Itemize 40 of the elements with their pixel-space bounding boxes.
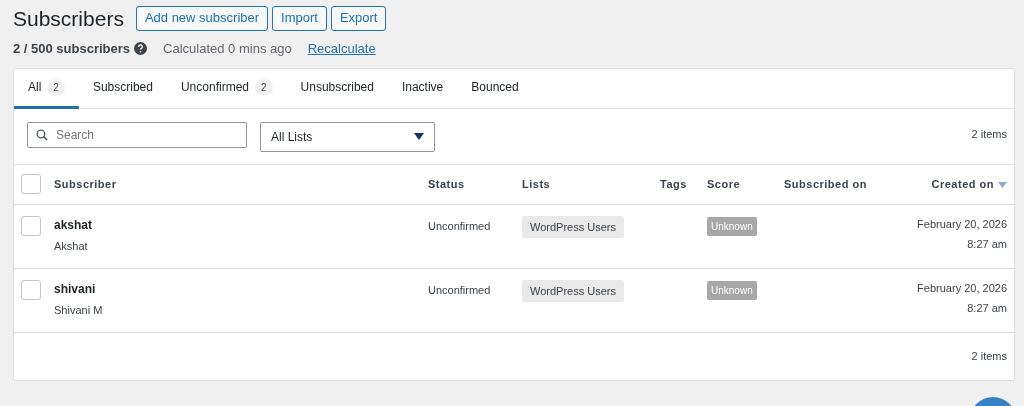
- header-button[interactable]: Export: [330, 6, 387, 32]
- recalculate-link[interactable]: Recalculate: [307, 39, 376, 59]
- created-date: February 20, 2026: [916, 280, 1007, 296]
- subscriber-count: 2 / 500 subscribers: [13, 40, 131, 59]
- score-label: Unknown: [707, 216, 757, 236]
- filter-tab[interactable]: Subscribed: [78, 68, 167, 109]
- subscriber-name: Shivani M: [54, 302, 104, 318]
- subscriber-username[interactable]: akshat: [54, 215, 428, 234]
- calculated-time: Calculated 0 mins ago: [163, 40, 292, 59]
- column-header[interactable]: Lists: [522, 178, 551, 191]
- column-header[interactable]: Tags: [660, 178, 687, 191]
- tab-count: 2: [47, 78, 65, 96]
- header-button[interactable]: Add new subscriber: [135, 6, 269, 32]
- header-button[interactable]: Import: [272, 6, 327, 32]
- created-time: 8:27 am: [966, 237, 1007, 253]
- column-header[interactable]: Subscribed on: [784, 178, 867, 191]
- created-time: 8:27 am: [966, 301, 1007, 317]
- column-header[interactable]: Created on: [931, 178, 994, 191]
- list-tag: WordPress Users: [522, 279, 624, 303]
- status-text: Unconfirmed: [428, 219, 491, 232]
- search-field[interactable]: Search: [27, 121, 247, 148]
- filter-tab[interactable]: Unsubscribed: [286, 68, 388, 109]
- subscriber-username[interactable]: shivani: [54, 279, 428, 298]
- filter-tab[interactable]: Unconfirmed 2: [166, 68, 287, 109]
- filter-tab[interactable]: Bounced: [457, 68, 533, 109]
- list-tag: WordPress Users: [522, 215, 624, 239]
- filter-tab[interactable]: All 2: [14, 68, 79, 109]
- items-count: 2 items: [971, 348, 1007, 364]
- filter-tab[interactable]: Inactive: [387, 68, 458, 109]
- created-date: February 20, 2026: [916, 216, 1007, 232]
- column-header[interactable]: Subscriber: [54, 178, 117, 191]
- tab-count: 2: [255, 78, 273, 96]
- items-count: 2 items: [971, 126, 1007, 142]
- subscriber-name: Akshat: [54, 238, 89, 254]
- list-filter-select[interactable]: All Lists: [260, 121, 435, 152]
- status-text: Unconfirmed: [428, 283, 491, 296]
- column-header[interactable]: Score: [707, 178, 741, 191]
- page-title: Subscribers: [13, 6, 124, 32]
- column-header[interactable]: Status: [428, 178, 465, 191]
- score-label: Unknown: [707, 280, 757, 300]
